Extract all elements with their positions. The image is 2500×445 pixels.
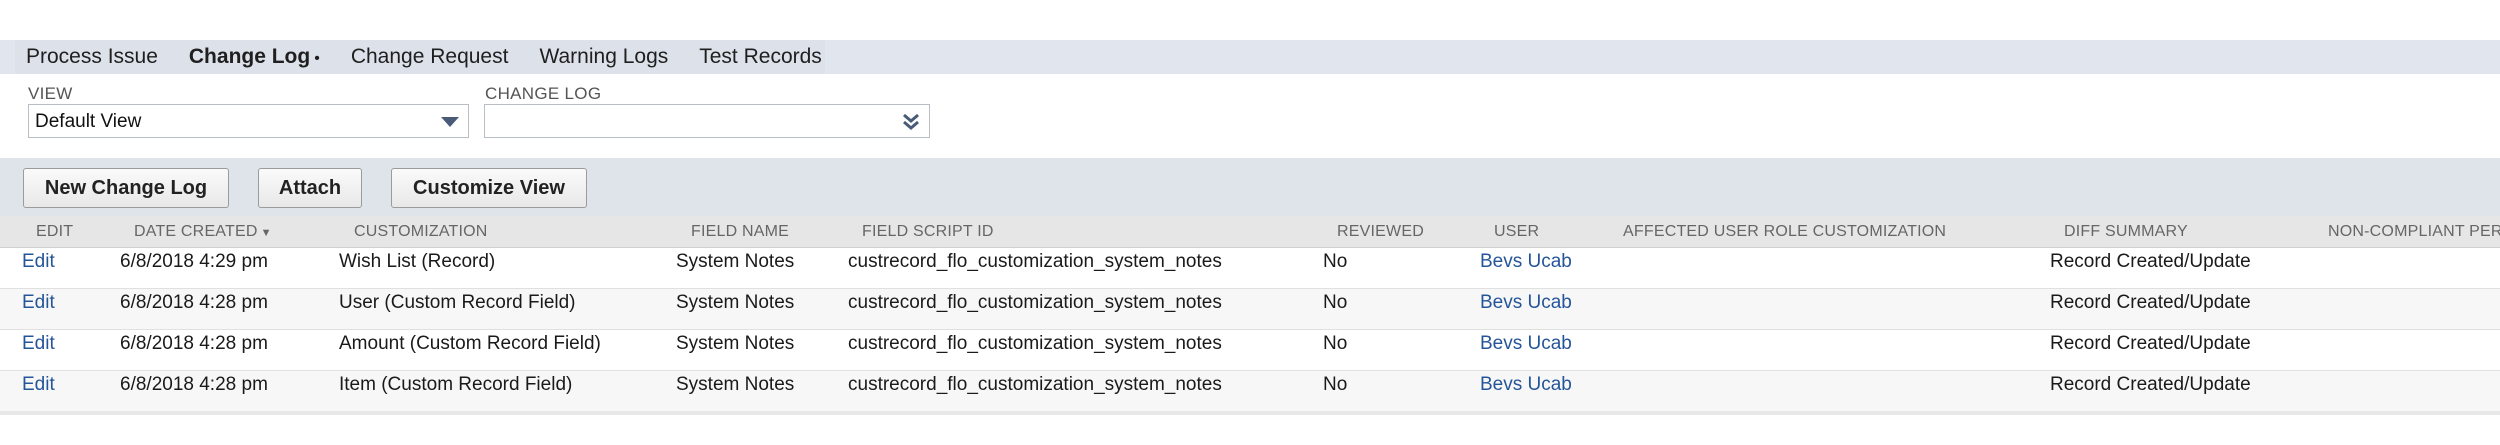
edit-link[interactable]: Edit xyxy=(22,333,55,355)
column-header-date-created[interactable]: DATE CREATED ▼ xyxy=(134,223,272,241)
cell-customization: Amount (Custom Record Field) xyxy=(339,333,601,354)
cell-diff-summary: Record Created/Update xyxy=(2050,333,2251,354)
cell-reviewed: No xyxy=(1323,374,1348,395)
column-header-non-compliant[interactable]: NON-COMPLIANT PER xyxy=(2328,223,2500,241)
table-row: Edit 6/8/2018 4:28 pm Item (Custom Recor… xyxy=(0,371,2500,412)
column-header-reviewed[interactable]: REVIEWED xyxy=(1337,223,1424,241)
cell-field-script-id: custrecord_flo_customization_system_note… xyxy=(848,374,1222,395)
user-link[interactable]: Bevs Ucab xyxy=(1480,374,1572,396)
cell-date-created: 6/8/2018 4:28 pm xyxy=(120,333,268,354)
list-toolbar: New Change Log Attach Customize View xyxy=(0,158,2500,216)
view-select[interactable]: Default View xyxy=(28,104,469,138)
active-tab-marker: • xyxy=(314,50,320,67)
cell-field-name: System Notes xyxy=(676,333,795,354)
dropdown-arrow-icon xyxy=(441,117,459,127)
change-log-label: CHANGE LOG xyxy=(485,84,602,103)
cell-diff-summary: Record Created/Update xyxy=(2050,251,2251,272)
view-select-value: Default View xyxy=(35,111,142,132)
column-header-customization[interactable]: CUSTOMIZATION xyxy=(354,223,488,241)
new-change-log-button[interactable]: New Change Log xyxy=(23,168,229,208)
table-row: Edit 6/8/2018 4:28 pm User (Custom Recor… xyxy=(0,289,2500,330)
cell-customization: User (Custom Record Field) xyxy=(339,292,576,313)
tab-change-log-label: Change Log xyxy=(188,45,311,68)
cell-field-script-id: custrecord_flo_customization_system_note… xyxy=(848,251,1222,272)
user-link[interactable]: Bevs Ucab xyxy=(1480,251,1572,273)
cell-reviewed: No xyxy=(1323,292,1348,313)
customize-view-button[interactable]: Customize View xyxy=(391,168,587,208)
tab-change-log[interactable]: Change Log • xyxy=(189,45,320,69)
column-header-date-created-label: DATE CREATED xyxy=(134,223,258,240)
table-row: Edit 6/8/2018 4:28 pm Amount (Custom Rec… xyxy=(0,330,2500,371)
edit-link[interactable]: Edit xyxy=(22,292,55,314)
cell-field-name: System Notes xyxy=(676,292,795,313)
cell-field-script-id: custrecord_flo_customization_system_note… xyxy=(848,333,1222,354)
tab-process-issue[interactable]: Process Issue xyxy=(26,45,158,69)
edit-link[interactable]: Edit xyxy=(22,251,55,273)
cell-customization: Item (Custom Record Field) xyxy=(339,374,573,395)
column-header-field-script-id[interactable]: FIELD SCRIPT ID xyxy=(862,223,994,241)
cell-reviewed: No xyxy=(1323,251,1348,272)
table-bottom-border xyxy=(0,411,2500,415)
cell-date-created: 6/8/2018 4:28 pm xyxy=(120,292,268,313)
column-header-affected-user-role[interactable]: AFFECTED USER ROLE CUSTOMIZATION xyxy=(1623,223,1946,241)
cell-date-created: 6/8/2018 4:29 pm xyxy=(120,251,268,272)
cell-field-script-id: custrecord_flo_customization_system_note… xyxy=(848,292,1222,313)
tab-test-records[interactable]: Test Records xyxy=(699,45,822,69)
cell-diff-summary: Record Created/Update xyxy=(2050,374,2251,395)
subtab-bar: Process Issue Change Log • Change Request… xyxy=(0,40,2500,74)
double-chevron-down-icon xyxy=(903,113,919,130)
user-link[interactable]: Bevs Ucab xyxy=(1480,333,1572,355)
user-link[interactable]: Bevs Ucab xyxy=(1480,292,1572,314)
sort-desc-icon: ▼ xyxy=(260,227,272,239)
column-header-edit: EDIT xyxy=(36,223,74,240)
subtab-strip: Process Issue Change Log • Change Request… xyxy=(15,40,825,74)
filter-bar: VIEW Default View CHANGE LOG xyxy=(0,74,2500,158)
column-header-field-name[interactable]: FIELD NAME xyxy=(691,223,789,241)
column-header-diff-summary[interactable]: DIFF SUMMARY xyxy=(2064,223,2188,241)
tab-change-request[interactable]: Change Request xyxy=(351,45,509,69)
edit-link[interactable]: Edit xyxy=(22,374,55,396)
column-header-user[interactable]: USER xyxy=(1494,223,1539,241)
cell-date-created: 6/8/2018 4:28 pm xyxy=(120,374,268,395)
cell-customization: Wish List (Record) xyxy=(339,251,496,272)
tab-warning-logs[interactable]: Warning Logs xyxy=(539,45,668,69)
change-log-select[interactable] xyxy=(484,104,930,138)
table-row: Edit 6/8/2018 4:29 pm Wish List (Record)… xyxy=(0,248,2500,289)
cell-reviewed: No xyxy=(1323,333,1348,354)
view-label: VIEW xyxy=(28,84,73,103)
cell-diff-summary: Record Created/Update xyxy=(2050,292,2251,313)
cell-field-name: System Notes xyxy=(676,251,795,272)
attach-button[interactable]: Attach xyxy=(258,168,362,208)
table-header: EDIT DATE CREATED ▼ CUSTOMIZATION FIELD N… xyxy=(0,216,2500,248)
cell-field-name: System Notes xyxy=(676,374,795,395)
